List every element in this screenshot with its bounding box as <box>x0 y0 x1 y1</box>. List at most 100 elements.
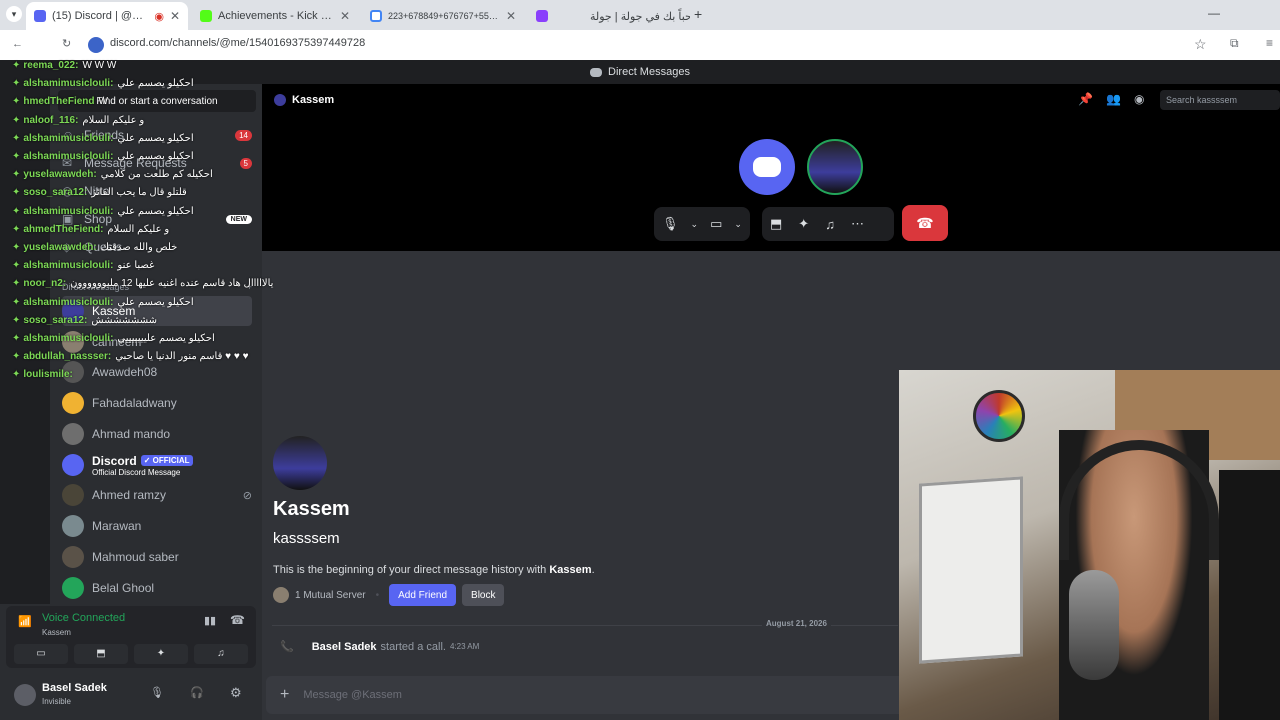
dm-item[interactable]: Ahmed ramzy ⊘ <box>62 480 252 510</box>
activities-icon[interactable]: ✦ <box>790 216 817 232</box>
microphone-icon[interactable]: 🎙 <box>654 216 687 232</box>
channel-header-name: Kassem <box>292 94 335 106</box>
microphone <box>1069 570 1119 680</box>
profile-actions: 1 Mutual Server • Add Friend Block <box>273 584 505 606</box>
microphone-icon[interactable]: 🎙 <box>150 686 164 699</box>
close-tab-icon[interactable]: ✕ <box>334 9 350 23</box>
screen-share-icon[interactable]: ⬒ <box>762 216 790 232</box>
settings-gear-icon[interactable]: ⚙ <box>230 685 242 701</box>
close-tab-icon[interactable]: ✕ <box>500 9 516 23</box>
nav-friends[interactable]: ☺ Friends 14 <box>62 122 252 148</box>
quests-icon: ◈ <box>62 240 72 254</box>
avatar <box>62 577 84 599</box>
site-info-icon[interactable] <box>88 37 104 53</box>
nav-nitro[interactable]: ◎ Nitro <box>62 178 252 204</box>
mutual-server-avatar <box>273 587 289 603</box>
dm-item[interactable]: Fahadaladwany <box>62 388 252 418</box>
user-name: Basel Sadek <box>42 682 107 694</box>
discord-avatar-icon <box>62 454 84 476</box>
profile-avatar[interactable] <box>273 436 327 490</box>
voice-channel[interactable]: Kassem <box>42 628 71 637</box>
message-composer[interactable]: + Message @Kassem <box>266 676 906 714</box>
at-icon <box>274 94 286 106</box>
minimize-icon[interactable]: — <box>1208 6 1220 20</box>
avatar <box>62 423 84 445</box>
find-conversation-button[interactable]: Find or start a conversation <box>58 90 256 112</box>
discord-favicon-icon <box>34 10 46 22</box>
new-badge: NEW <box>225 214 252 224</box>
profile-username: kassssem <box>273 530 340 547</box>
dm-item-discord[interactable]: Discord ✓ OFFICIAL Official Discord Mess… <box>62 450 252 480</box>
call-system-message: 📞 Basel Sadek started a call. 4:23 AM <box>280 640 480 654</box>
browser-tab-strip: ▾ (15) Discord | @Kassem ◉ ✕ Achievement… <box>0 0 1280 30</box>
noise-suppression-icon[interactable]: ▮▮ <box>204 614 216 627</box>
tab-kick[interactable]: Achievements - Kick Dashboard ✕ <box>192 2 358 30</box>
extensions-icon[interactable]: ⧉ <box>1230 36 1239 51</box>
activities-button[interactable]: ✦ <box>134 644 188 664</box>
menu-icon[interactable]: ≡ <box>1266 36 1273 50</box>
user-profile-icon[interactable]: ◉ <box>1134 92 1144 106</box>
reload-icon[interactable]: ↻ <box>62 37 71 50</box>
user-status: Invisible <box>42 697 71 706</box>
blocked-icon: ⊘ <box>242 489 252 502</box>
dm-item[interactable]: Ahmad mando <box>62 419 252 449</box>
official-badge: ✓ OFFICIAL <box>140 455 193 466</box>
soundboard-button[interactable]: ♫ <box>194 644 248 664</box>
soundboard-icon[interactable]: ♫ <box>817 217 843 232</box>
requests-badge: 5 <box>239 157 252 169</box>
signal-icon: 📶 <box>18 616 32 628</box>
hang-up-button[interactable]: ☎ <box>902 205 948 241</box>
nav-shop[interactable]: ▣ Shop NEW <box>62 206 252 232</box>
attach-plus-icon[interactable]: + <box>280 686 289 704</box>
new-tab-button[interactable]: + <box>694 6 702 22</box>
profile-display-name: Kassem <box>273 498 350 520</box>
back-icon[interactable]: ← <box>12 38 23 50</box>
phone-call-icon: 📞 <box>280 641 294 653</box>
pin-icon[interactable]: 📌 <box>1078 92 1093 106</box>
jawla-favicon-icon <box>536 10 548 22</box>
chevron-down-icon[interactable]: ⌄ <box>730 219 746 230</box>
friends-badge: 14 <box>235 129 252 141</box>
close-tab-icon[interactable]: ✕ <box>164 9 180 23</box>
tab-google[interactable]: 223+678849+676767+555 - Go ✕ <box>362 2 524 30</box>
friends-icon: ☺ <box>62 128 75 142</box>
dm-item[interactable]: Kassem <box>62 296 252 326</box>
dm-item[interactable]: Mahmoud saber <box>62 542 252 572</box>
tab-jawla[interactable]: مرحباً بك في جولة | جولة ✕ <box>528 2 690 30</box>
add-friend-button[interactable]: Add Friend <box>389 584 457 606</box>
block-button[interactable]: Block <box>462 584 505 606</box>
avatar <box>62 300 84 322</box>
mutual-servers-link[interactable]: 1 Mutual Server <box>295 590 366 601</box>
nav-quests[interactable]: ◈ Quests <box>62 234 252 260</box>
dm-item[interactable]: Awawdeh08 <box>62 357 252 387</box>
camera-off-icon[interactable]: ▭ <box>702 216 730 232</box>
call-actions-group: ⬒ ✦ ♫ ⋯ <box>762 207 894 241</box>
search-input[interactable]: Search kassssem <box>1160 90 1280 110</box>
disconnect-icon[interactable]: ☎ <box>230 613 245 627</box>
url-field[interactable]: discord.com/channels/@me/154016937539744… <box>110 37 365 49</box>
voice-panel: 📶 Voice Connected Kassem ▮▮ ☎ ▭ ⬒ ✦ ♫ <box>6 606 256 668</box>
tab-list-dropdown-icon[interactable]: ▾ <box>6 6 22 22</box>
nav-message-requests[interactable]: ✉ Message Requests 5 <box>62 150 252 176</box>
dm-item[interactable]: Belal Ghool <box>62 573 252 603</box>
call-participant-discord-avatar[interactable] <box>739 139 795 195</box>
google-favicon-icon <box>370 10 382 22</box>
add-members-icon[interactable]: 👥 <box>1106 92 1121 106</box>
create-dm-icon[interactable]: + <box>247 282 252 292</box>
more-options-icon[interactable]: ⋯ <box>843 216 872 232</box>
bookmark-star-icon[interactable]: ☆ <box>1194 36 1207 53</box>
camera-off-button[interactable]: ▭ <box>14 644 68 664</box>
screen-share-button[interactable]: ⬒ <box>74 644 128 664</box>
dm-item[interactable]: canneem <box>62 327 252 357</box>
headphones-icon[interactable]: 🎧 <box>190 686 204 699</box>
avatar <box>62 484 84 506</box>
user-avatar[interactable] <box>14 684 36 706</box>
user-panel: Basel Sadek Invisible 🎙 🎧 ⚙ <box>6 676 256 714</box>
server-rail <box>0 84 50 604</box>
call-participant-kassem-avatar[interactable] <box>807 139 863 195</box>
dm-item[interactable]: Marawan <box>62 511 252 541</box>
address-bar: ← ↻ discord.com/channels/@me/15401693753… <box>0 30 1280 60</box>
tab-discord[interactable]: (15) Discord | @Kassem ◉ ✕ <box>26 2 188 30</box>
chevron-down-icon[interactable]: ⌄ <box>687 219 703 230</box>
message-input[interactable]: Message @Kassem <box>303 689 402 701</box>
